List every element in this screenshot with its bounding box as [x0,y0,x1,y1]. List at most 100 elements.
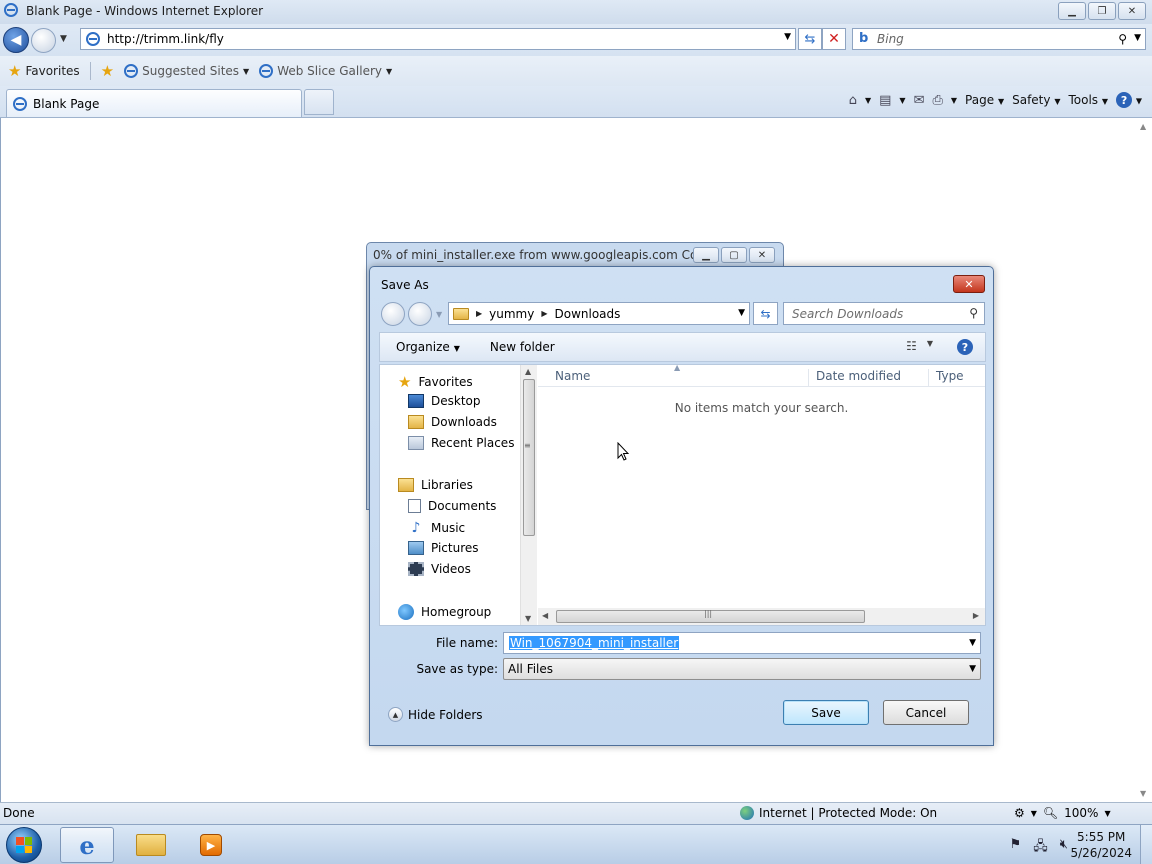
dialog-back-button[interactable] [381,302,405,326]
taskbar-windows-explorer[interactable] [124,827,178,863]
network-icon[interactable]: 🖧 [1033,837,1048,859]
page-scrollbar[interactable]: ▲ ▼ [1136,118,1152,802]
search-icon[interactable]: ⚲ [969,306,978,320]
scroll-down-icon[interactable]: ▼ [525,614,531,623]
navigation-pane: ★ Favorites Desktop Downloads Recent Pla… [380,365,538,625]
action-center-flag-icon[interactable]: ⚑ [1010,837,1022,859]
column-date-modified[interactable]: Date modified [816,369,901,383]
save-button[interactable]: Save [783,700,869,725]
scroll-up-icon[interactable]: ▲ [1140,122,1146,131]
dialog-toolbar: Organize ▼ New folder ☷ ▼ ? [379,332,986,362]
forward-button[interactable] [31,28,56,53]
chevron-down-icon[interactable]: ▼ [865,96,871,105]
nav-recent-places[interactable]: Recent Places [408,436,514,450]
show-desktop-button[interactable] [1140,825,1152,864]
nav-desktop[interactable]: Desktop [408,394,481,408]
scroll-down-icon[interactable]: ▼ [1140,789,1146,798]
hide-folders-button[interactable]: ▲ Hide Folders [388,707,483,722]
new-tab-button[interactable] [304,89,334,115]
back-button[interactable]: ◀ [3,27,29,53]
folder-icon [453,307,469,320]
page-menu[interactable]: Page ▼ [965,93,1004,107]
mail-icon[interactable]: ✉ [914,93,925,108]
command-bar: ⌂ ▼ ▤ ▼ ✉ ⎙ ▼ Page ▼ Safety ▼ Tools ▼ ? ▼ [849,92,1142,108]
new-folder-button[interactable]: New folder [490,340,555,354]
nav-downloads[interactable]: Downloads [408,415,497,429]
dialog-refresh-button[interactable]: ⇆ [753,302,778,325]
suggested-sites-button[interactable]: Suggested Sites ▼ [124,64,249,78]
dialog-search-input[interactable]: Search Downloads ⚲ [783,302,985,325]
web-slice-gallery-button[interactable]: Web Slice Gallery ▼ [259,64,392,78]
column-type[interactable]: Type [936,369,964,383]
restore-button[interactable]: ❐ [1088,2,1116,20]
breadcrumb-item-yummy[interactable]: yummy [489,307,534,321]
close-button[interactable]: ✕ [749,247,775,263]
chevron-down-icon[interactable]: ▼ [899,96,905,105]
taskbar-internet-explorer[interactable]: e [60,827,114,863]
column-divider[interactable] [928,369,929,387]
breadcrumb-item-downloads[interactable]: Downloads [555,307,621,321]
volume-muted-icon[interactable]: 🔇︎ [1060,837,1068,859]
chevron-down-icon[interactable]: ▼ [951,96,957,105]
taskbar-media-player[interactable]: ▶ [184,827,238,863]
organize-button[interactable]: Organize ▼ [396,340,460,354]
save-as-type-select[interactable]: All Files ▼ [503,658,981,680]
address-input[interactable]: http://trimm.link/fly ▼ [80,28,796,50]
page-icon [86,32,100,49]
add-to-favorites-icon[interactable]: ★ [101,62,114,80]
safety-menu[interactable]: Safety ▼ [1012,93,1060,107]
stop-button[interactable]: ✕ [822,28,846,50]
zoom-control[interactable]: ⚙ ▼ 🔍︎ 100% ▼ [1014,806,1111,820]
start-button[interactable] [6,827,42,863]
help-menu[interactable]: ? ▼ [1116,92,1142,108]
home-icon[interactable]: ⌂ [849,93,857,108]
nav-favorites[interactable]: ★ Favorites [398,373,473,391]
internet-explorer-icon: e [79,830,95,860]
nav-homegroup[interactable]: Homegroup [398,604,491,620]
nav-videos[interactable]: Videos [408,562,471,576]
nav-music[interactable]: ♪ Music [408,520,466,536]
favorites-button[interactable]: ★ Favorites [8,62,80,80]
refresh-button[interactable]: ⇆ [798,28,822,50]
file-name-input[interactable]: Win_1067904_mini_installer ▼ [503,632,981,654]
scroll-right-icon[interactable]: ▶ [973,611,979,620]
column-divider[interactable] [808,369,809,387]
recent-locations-dropdown[interactable]: ▼ [436,310,442,319]
print-icon[interactable]: ⎙ [932,93,942,108]
nav-pictures[interactable]: Pictures [408,541,479,555]
clock[interactable]: 5:55 PM 5/26/2024 [1070,829,1132,861]
minimize-button[interactable]: ▁ [1058,2,1086,20]
search-dropdown-icon[interactable]: ▼ [1134,33,1141,43]
dialog-close-button[interactable]: ✕ [953,275,985,293]
path-dropdown-icon[interactable]: ▼ [738,308,745,318]
security-zone[interactable]: Internet | Protected Mode: On [740,806,937,820]
scroll-thumb[interactable] [523,379,535,536]
cancel-button[interactable]: Cancel [883,700,969,725]
maximize-button[interactable]: ▢ [721,247,747,263]
chevron-right-icon[interactable]: ▶ [541,309,547,318]
file-list-hscrollbar[interactable]: ◀ ||| ▶ [538,608,985,625]
tab-blank-page[interactable]: Blank Page [6,89,302,117]
nav-pane-scrollbar[interactable]: ▲ ≡ ▼ [520,365,537,625]
search-input[interactable]: b Bing ⚲ ▼ [852,28,1146,50]
file-name-dropdown-icon[interactable]: ▼ [969,638,976,648]
chevron-down-icon[interactable]: ▼ [969,664,976,674]
close-button[interactable]: ✕ [1118,2,1146,20]
feeds-icon[interactable]: ▤ [879,93,891,108]
dialog-forward-button[interactable] [408,302,432,326]
change-view-button[interactable]: ☷ ▼ [906,339,933,353]
scroll-left-icon[interactable]: ◀ [542,611,548,620]
nav-documents[interactable]: Documents [408,499,496,513]
address-dropdown-icon[interactable]: ▼ [784,32,791,42]
recent-pages-dropdown[interactable]: ▼ [60,34,67,44]
column-name[interactable]: Name [555,369,590,383]
help-icon[interactable]: ? [957,339,973,355]
minimize-button[interactable]: ▁ [693,247,719,263]
scroll-up-icon[interactable]: ▲ [525,367,531,376]
search-icon[interactable]: ⚲ [1118,32,1127,46]
nav-libraries[interactable]: Libraries [398,478,473,492]
breadcrumb[interactable]: ▶ yummy ▶ Downloads ▼ [448,302,750,325]
tools-menu[interactable]: Tools ▼ [1068,93,1108,107]
settings-gear-icon[interactable]: ⚙ [1014,806,1025,820]
chevron-right-icon[interactable]: ▶ [476,309,482,318]
